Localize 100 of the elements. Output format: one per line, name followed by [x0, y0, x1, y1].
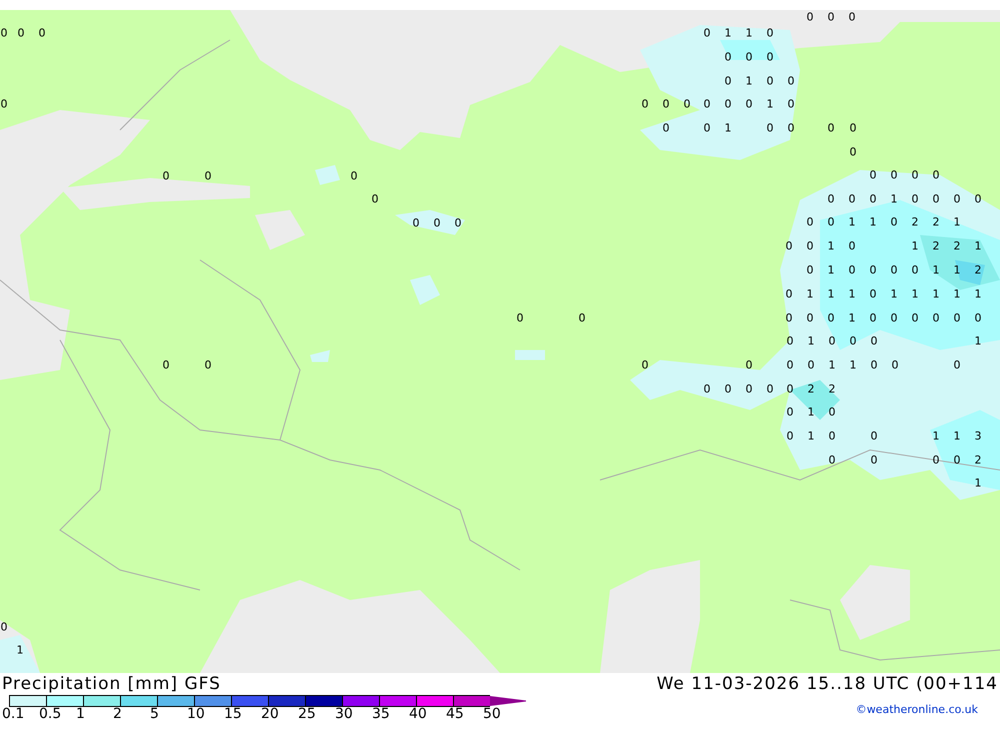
precipitation-value: 0: [766, 28, 774, 38]
precipitation-value: 0: [18, 28, 24, 38]
credit-link[interactable]: ©weatheronline.co.uk: [856, 703, 978, 716]
precipitation-value: 0: [808, 360, 814, 370]
legend-label: 50: [483, 707, 502, 722]
precipitation-value: 1: [806, 288, 814, 300]
precipitation-value: 0: [848, 240, 856, 252]
precipitation-value: 0: [848, 194, 856, 204]
precipitation-value: 0: [724, 76, 732, 86]
legend-label: 2: [113, 707, 123, 722]
legend-label: 0.1: [2, 707, 26, 722]
precipitation-value: 0: [746, 384, 752, 394]
precipitation-value: 0: [786, 384, 794, 394]
precipitation-value: 1: [974, 478, 982, 488]
precipitation-value: 0: [766, 384, 774, 394]
precipitation-value: 1: [848, 312, 856, 324]
precipitation-value: 2: [954, 240, 960, 252]
precipitation-value: 0: [954, 360, 960, 370]
precipitation-value: 0: [704, 98, 710, 110]
precipitation-value: 2: [932, 216, 940, 228]
legend-label: 1: [76, 707, 86, 722]
precipitation-value: 1: [828, 240, 834, 252]
precipitation-value: 0: [704, 122, 710, 134]
precipitation-value: 0: [0, 28, 8, 38]
precipitation-value: 1: [828, 264, 834, 276]
precipitation-value: 0: [684, 98, 690, 110]
precipitation-value: 0: [848, 264, 856, 276]
precipitation-value: 0: [870, 288, 876, 300]
precipitation-value: 0: [162, 360, 170, 370]
precipitation-value: 0: [806, 312, 814, 324]
precipitation-value: 0: [850, 122, 856, 134]
precipitation-value: 0: [828, 454, 836, 466]
precipitation-value: 0: [932, 194, 940, 204]
precipitation-value: 0: [642, 360, 648, 370]
legend-label: 25: [298, 707, 317, 722]
precipitation-value: 1: [766, 98, 774, 110]
precipitation-value: 3: [974, 430, 982, 442]
legend-label: 30: [335, 707, 354, 722]
precipitation-value: 1: [724, 122, 732, 134]
precipitation-value: 0: [788, 122, 794, 134]
precipitation-value: 0: [454, 218, 462, 228]
precipitation-value: 0: [974, 312, 982, 324]
precipitation-value: 0: [434, 218, 440, 228]
precipitation-value: 0: [870, 454, 878, 466]
precipitation-value: 1: [808, 406, 814, 418]
precipitation-value: 0: [974, 194, 982, 204]
precipitation-value: 0: [704, 28, 710, 38]
precipitation-value: 1: [724, 28, 732, 38]
precipitation-value: 1: [16, 644, 24, 656]
precipitation-value: 1: [850, 360, 856, 370]
precipitation-value: 0: [766, 52, 774, 62]
precipitation-value: 0: [746, 98, 752, 110]
precipitation-value: 1: [954, 216, 960, 228]
legend-label: 35: [372, 707, 391, 722]
precipitation-value: 2: [932, 240, 940, 252]
precipitation-value: 0: [870, 264, 876, 276]
precipitation-value: 0: [786, 240, 792, 252]
precipitation-value: 0: [850, 336, 856, 346]
precipitation-value: 1: [912, 240, 918, 252]
precipitation-value: 0: [788, 76, 794, 86]
precipitation-value: 0: [890, 264, 898, 276]
precipitation-value: 0: [870, 336, 878, 346]
precipitation-value: 0: [870, 170, 876, 180]
precipitation-value: 0: [828, 122, 834, 134]
precipitation-value: 0: [828, 430, 836, 442]
precipitation-value: 0: [786, 312, 792, 324]
precipitation-value: 1: [954, 430, 960, 442]
precipitation-value: 0: [912, 170, 918, 180]
precipitation-value: 0: [912, 312, 918, 324]
precipitation-value: 0: [0, 622, 8, 632]
precipitation-value: 0: [806, 12, 814, 22]
precipitation-value: 1: [932, 288, 940, 300]
precipitation-value: 1: [848, 216, 856, 228]
precipitation-value: 0: [766, 122, 774, 134]
precipitation-value: 1: [932, 264, 940, 276]
precipitation-value: 1: [954, 264, 960, 276]
precipitation-value: 1: [808, 336, 814, 346]
legend-label: 20: [261, 707, 280, 722]
precipitation-value: 0: [724, 384, 732, 394]
precipitation-value: 0: [704, 384, 710, 394]
legend-label: 40: [409, 707, 428, 722]
precipitation-value: 0: [350, 170, 358, 182]
precipitation-value: 0: [786, 430, 794, 442]
precipitation-value: 0: [828, 12, 834, 22]
precipitation-value: 1: [828, 360, 836, 370]
precipitation-value: 1: [746, 28, 752, 38]
legend-label: 0.5: [39, 707, 62, 722]
precipitation-value: 2: [974, 454, 982, 466]
precipitation-value: 0: [372, 194, 378, 204]
precipitation-value: 0: [786, 336, 794, 346]
precipitation-value: 0: [828, 406, 836, 418]
precipitation-value: 0: [912, 194, 918, 204]
precipitation-value: 0: [806, 216, 814, 228]
precipitation-value: 0: [786, 288, 792, 300]
precipitation-value: 0: [724, 98, 732, 110]
chart-title: Precipitation [mm] GFS: [2, 673, 222, 695]
precipitation-value: 0: [516, 312, 524, 324]
precipitation-value: 0: [38, 28, 46, 38]
precipitation-value: 0: [828, 194, 834, 204]
precipitation-value: 0: [848, 12, 856, 22]
